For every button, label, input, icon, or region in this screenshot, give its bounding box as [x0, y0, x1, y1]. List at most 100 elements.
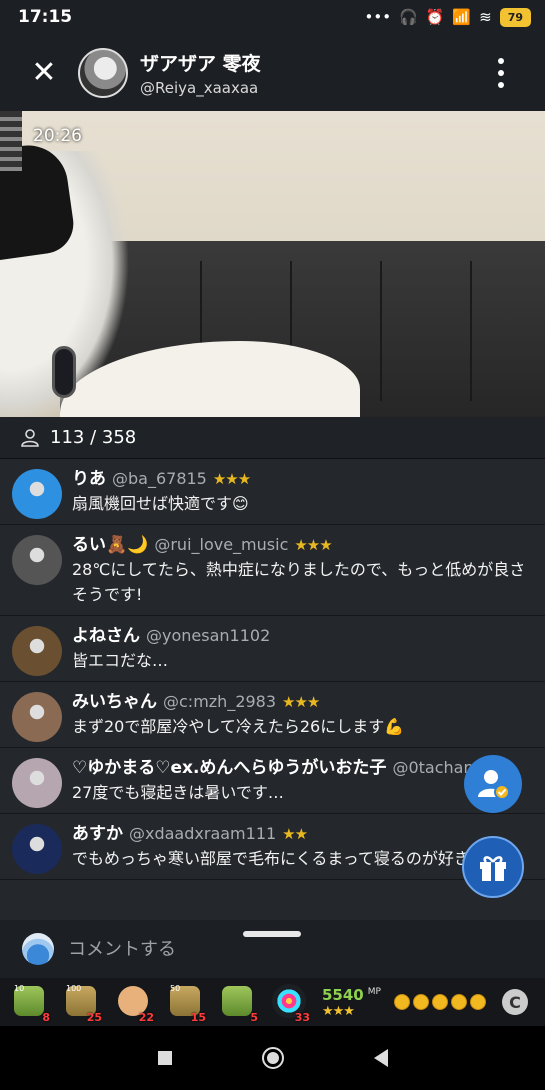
comment-header: りあ @ba_67815 ★★★ [72, 467, 531, 491]
commenter-avatar[interactable] [12, 469, 62, 519]
follow-user-button[interactable] [464, 755, 522, 813]
gift-count: 33 [294, 1011, 310, 1024]
commenter-avatar[interactable] [12, 758, 62, 808]
commenter-name: あすか [72, 824, 123, 844]
coin-icon [413, 994, 429, 1010]
commenter-name: みいちゃん [72, 692, 157, 712]
comment-header: あすか @xdaadxraam111 ★★ [72, 822, 531, 846]
comment-text: 扇風機回せば快適です😊 [72, 494, 249, 513]
streamer-handle: @Reiya_xaaxaa [140, 78, 259, 97]
comment-header: るい🧸🌙 @rui_love_music ★★★ [72, 533, 531, 557]
c-badge-button[interactable]: C [502, 989, 528, 1015]
video-frame-detail [380, 261, 382, 401]
commenter-avatar[interactable] [12, 626, 62, 676]
video-frame-chain [0, 111, 22, 171]
commenter-name: るい🧸🌙 [72, 535, 149, 555]
streamer-name: ザアザア 零夜 [140, 52, 261, 75]
coin-icon [470, 994, 486, 1010]
video-frame-detail [470, 261, 472, 401]
mp-value: 5540 [322, 986, 364, 1004]
status-icons: ••• 🎧 ⏰ 📶 ≋ 79 [365, 7, 531, 27]
gift-item[interactable]: 100 25 [58, 980, 106, 1024]
streamer-info[interactable]: ザアザア 零夜 @Reiya_xaaxaa [140, 49, 261, 97]
comment-header: よねさん @yonesan1102 [72, 624, 531, 648]
comment-item[interactable]: りあ @ba_67815 ★★★ 扇風機回せば快適です😊 [0, 459, 545, 525]
back-button[interactable] [373, 1049, 388, 1067]
coin-icon [394, 994, 410, 1010]
commenter-rank-stars: ★★★ [212, 470, 251, 488]
comment-text: 28℃にしてたら、熱中症になりましたので、もっと低めが良さそうです! [72, 560, 526, 604]
commenter-rank-stars: ★★★ [282, 693, 320, 711]
gift-count: 22 [138, 1011, 154, 1024]
commenter-handle: @rui_love_music [154, 535, 289, 554]
gift-item[interactable]: 5 [214, 980, 262, 1024]
commenter-avatar[interactable] [12, 824, 62, 874]
commenter-avatar[interactable] [12, 535, 62, 585]
gift-label: 10 [14, 984, 25, 993]
tea-gift-icon [222, 986, 252, 1016]
home-icon [266, 1052, 279, 1064]
close-icon: ✕ [31, 55, 57, 90]
stream-timer: 20:26 [33, 126, 82, 146]
gift-count: 15 [190, 1011, 206, 1024]
commenter-rank-stars: ★★ [282, 825, 308, 843]
coin-icon [451, 994, 467, 1010]
wifi-icon: ≋ [479, 8, 492, 26]
gift-count: 5 [250, 1011, 258, 1024]
more-options-button[interactable] [487, 58, 515, 88]
comment-item[interactable]: よねさん @yonesan1102 皆エコだな… [0, 616, 545, 682]
commenter-name: よねさん [72, 626, 140, 646]
headphones-icon: 🎧 [399, 8, 418, 26]
gift-item[interactable]: 50 15 [162, 980, 210, 1024]
comment-text: 皆エコだな… [72, 651, 169, 670]
comment-list[interactable]: りあ @ba_67815 ★★★ 扇風機回せば快適です😊 るい🧸🌙 @rui_love_m… [0, 459, 545, 920]
viewer-count-bar: 113 / 358 [0, 417, 545, 459]
commenter-handle: @c:mzh_2983 [163, 692, 277, 711]
gift-count: 25 [86, 1011, 102, 1024]
home-button[interactable] [261, 1047, 284, 1069]
streamer-avatar[interactable] [78, 47, 128, 98]
signal-icon: 📶 [452, 8, 472, 26]
mp-unit: MP [367, 986, 381, 997]
my-avatar [22, 933, 54, 965]
close-button[interactable]: ✕ [22, 51, 66, 95]
commenter-name: ♡ゆかまる♡ex.めんへらゆうがいおた子 [72, 758, 387, 778]
comment-header: みいちゃん @c:mzh_2983 ★★★ [72, 690, 531, 714]
gift-item[interactable]: 10 8 [6, 980, 54, 1024]
coins [394, 994, 486, 1010]
coin-icon [432, 994, 448, 1010]
recent-apps-button[interactable] [157, 1051, 172, 1065]
more-dot-icon [498, 70, 504, 76]
gift-label: 50 [170, 984, 181, 993]
comment-input-bar [0, 920, 545, 978]
video-frame-earring [52, 346, 76, 398]
mp-stars: ★★★ [322, 1004, 355, 1019]
gift-button[interactable] [462, 836, 524, 898]
drag-handle[interactable] [243, 931, 301, 937]
gift-item[interactable]: 33 [266, 980, 314, 1024]
more-dot-icon [498, 82, 504, 88]
gift-item[interactable]: 22 [110, 980, 158, 1024]
battery-icon: 79 [499, 7, 531, 27]
video-player[interactable]: 20:26 [0, 111, 545, 417]
comment-text: 27度でも寝起きは暑いです… [72, 783, 284, 802]
commenter-handle: @yonesan1102 [146, 626, 271, 645]
mp-block: 5540 MP ★★★ [322, 985, 384, 1019]
more-dot-icon [498, 58, 504, 64]
gift-items: 10 8 100 25 22 50 15 5 33 [6, 980, 318, 1024]
system-nav-bar [0, 1026, 545, 1090]
commenter-handle: @ba_67815 [112, 469, 207, 488]
comment-item[interactable]: るい🧸🌙 @rui_love_music ★★★ 28℃にしてたら、熱中症になりました… [0, 525, 545, 616]
viewer-count: 113 / 358 [50, 427, 137, 448]
comment-item[interactable]: みいちゃん @c:mzh_2983 ★★★ まず20で部屋冷やして冷えたら26にします… [0, 682, 545, 748]
commenter-name: りあ [72, 469, 106, 489]
gift-label: 100 [66, 984, 82, 993]
gift-icon [480, 856, 506, 881]
gift-bar: 10 8 100 25 22 50 15 5 33 5540 MP ★★★ C [0, 978, 545, 1026]
status-time: 17:15 [18, 7, 73, 27]
comment-text: まず20で部屋冷やして冷えたら26にします💪 [72, 717, 405, 736]
alarm-icon: ⏰ [425, 8, 445, 26]
person-icon [21, 428, 39, 447]
stream-header: ✕ ザアザア 零夜 @Reiya_xaaxaa [0, 34, 545, 111]
commenter-avatar[interactable] [12, 692, 62, 742]
